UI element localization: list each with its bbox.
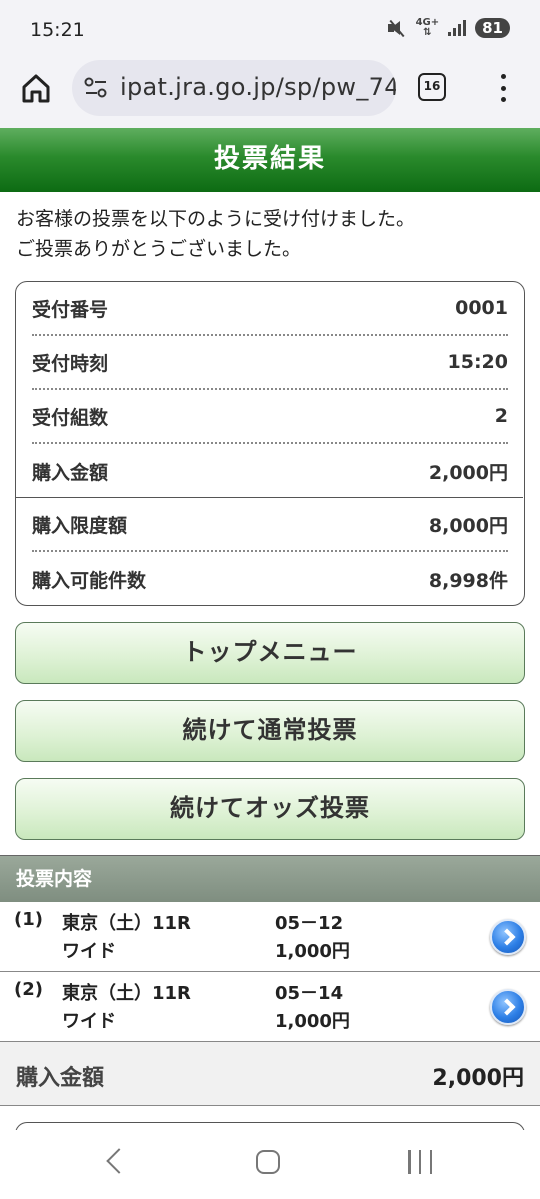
total-label: 購入金額	[16, 1066, 105, 1091]
tabs-icon[interactable]: 16	[418, 73, 446, 101]
status-bar: 15:21 4G+ ⇅ 81	[0, 0, 540, 60]
info-value: 8,000円	[428, 514, 508, 537]
info-label: 購入金額	[32, 461, 109, 484]
info-value: 15:20	[447, 351, 508, 373]
info-value: 0001	[455, 297, 508, 319]
top-menu-button[interactable]: トップメニュー	[15, 622, 525, 684]
home-button[interactable]	[20, 72, 52, 104]
bet-race: 東京（土）11R	[62, 913, 191, 934]
intro-line-1: お客様の投票を以下のように受け付けました。	[16, 208, 416, 230]
site-settings-icon[interactable]	[84, 77, 108, 99]
bet-amount: 1,000円	[275, 1011, 350, 1032]
chevron-right-icon[interactable]	[490, 919, 526, 955]
more-menu-icon[interactable]	[496, 74, 510, 102]
battery-badge: 81	[475, 18, 510, 38]
bet-row-1[interactable]: (1) 東京（土）11R ワイド 05－12 1,000円	[0, 902, 540, 972]
network-label: 4G+	[415, 17, 440, 28]
page-title: 投票結果	[0, 128, 540, 192]
recent-apps-icon[interactable]	[408, 1150, 432, 1174]
info-label: 受付番号	[32, 298, 109, 321]
info-value: 2	[494, 405, 508, 427]
info-label: 購入限度額	[32, 514, 128, 537]
url-text: ipat.jra.go.jp/sp/pw_742	[120, 73, 396, 101]
bet-race: 東京（土）11R	[62, 983, 191, 1004]
info-label: 受付組数	[32, 406, 109, 429]
continue-normal-vote-button[interactable]: 続けて通常投票	[15, 700, 525, 762]
status-time: 15:21	[30, 19, 85, 41]
intro-message: お客様の投票を以下のように受け付けました。 ご投票ありがとうございました。	[16, 204, 415, 264]
bet-combination: 05－14	[275, 983, 344, 1004]
bet-row-2[interactable]: (2) 東京（土）11R ワイド 05－14 1,000円	[0, 972, 540, 1042]
back-icon[interactable]	[106, 1148, 132, 1174]
info-row-receipt-time: 受付時刻 15:20	[32, 336, 508, 390]
chevron-right-icon[interactable]	[490, 989, 526, 1025]
info-row-available-count: 購入可能件数 8,998件	[32, 552, 508, 606]
info-row-receipt-number: 受付番号 0001	[32, 282, 508, 336]
total-amount-row: 購入金額 2,000円	[0, 1042, 540, 1106]
bet-combination: 05－12	[275, 913, 344, 934]
bet-type: ワイド	[62, 1011, 116, 1032]
intro-line-2: ご投票ありがとうございました。	[16, 238, 302, 260]
address-bar[interactable]: ipat.jra.go.jp/sp/pw_742	[72, 60, 396, 116]
bet-index: (1)	[14, 909, 43, 930]
info-row-purchase-amount: 購入金額 2,000円	[32, 444, 508, 498]
browser-toolbar: ipat.jra.go.jp/sp/pw_742 16	[0, 60, 540, 128]
info-row-ticket-count: 受付組数 2	[32, 390, 508, 444]
bet-type: ワイド	[62, 941, 116, 962]
bet-amount: 1,000円	[275, 941, 350, 962]
network-4g-icon: 4G+ ⇅	[415, 17, 440, 38]
signal-icon	[448, 20, 467, 36]
home-nav-icon[interactable]	[256, 1150, 280, 1174]
info-label: 購入可能件数	[32, 569, 147, 592]
info-label: 受付時刻	[32, 352, 109, 375]
info-value: 8,998件	[428, 569, 508, 592]
receipt-info-box: 受付番号 0001 受付時刻 15:20 受付組数 2 購入金額 2,000円 …	[15, 281, 525, 606]
bet-contents-header: 投票内容	[0, 855, 540, 902]
total-value: 2,000円	[432, 1066, 524, 1091]
mute-icon	[387, 19, 407, 38]
system-nav-bar	[0, 1130, 540, 1199]
continue-odds-vote-button[interactable]: 続けてオッズ投票	[15, 778, 525, 840]
bet-index: (2)	[14, 979, 43, 1000]
info-value: 2,000円	[428, 461, 508, 484]
info-row-purchase-limit: 購入限度額 8,000円	[32, 498, 508, 552]
status-icons: 4G+ ⇅ 81	[387, 18, 510, 38]
home-icon	[22, 74, 50, 103]
